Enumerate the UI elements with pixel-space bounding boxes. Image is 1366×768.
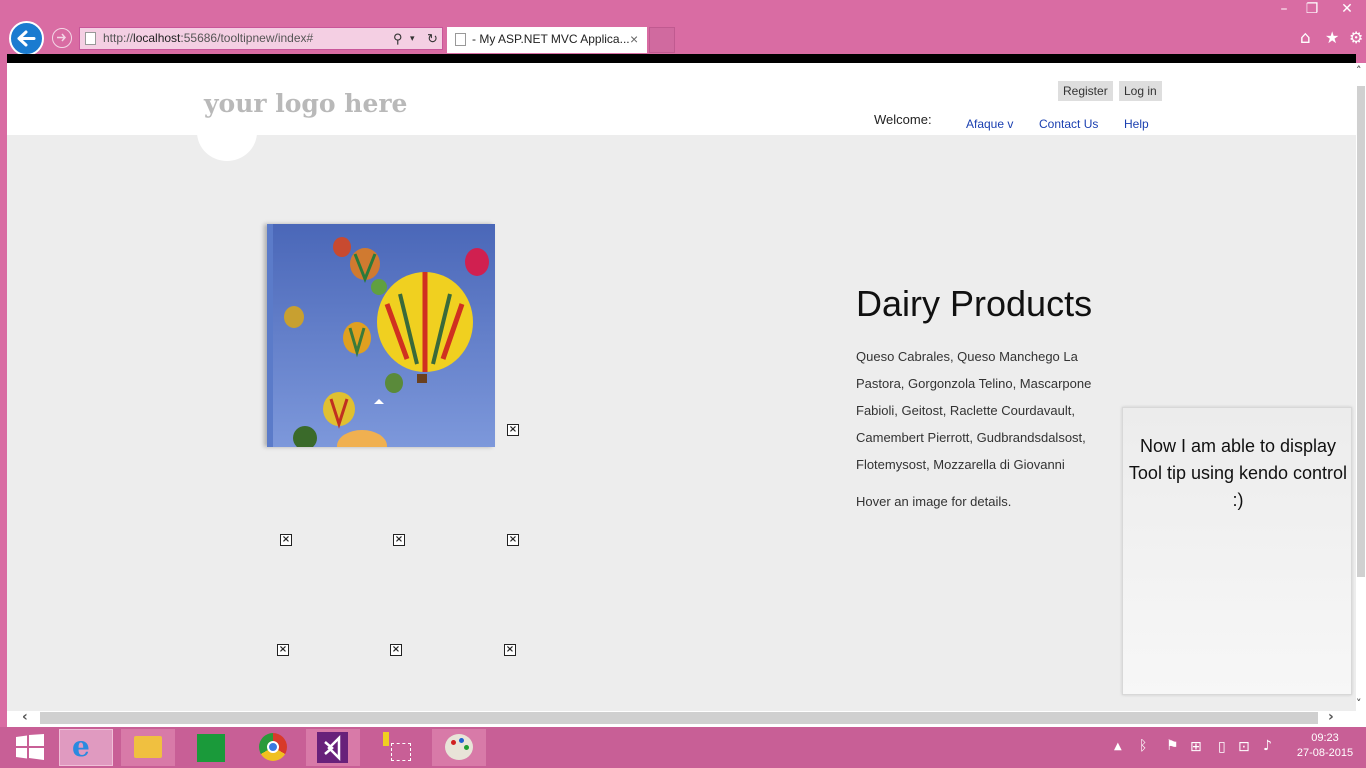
- category-description: Queso Cabrales, Queso Manchego La Pastor…: [856, 349, 1092, 472]
- taskbar-ie-button[interactable]: e: [59, 729, 113, 766]
- site-logo[interactable]: your logo here: [204, 89, 407, 118]
- broken-image-icon[interactable]: ×: [280, 534, 292, 546]
- close-window-icon[interactable]: ✕: [1333, 0, 1361, 20]
- vertical-scroll-thumb[interactable]: [1357, 86, 1365, 577]
- page-viewport: your logo here Register Log in Welcome: …: [7, 63, 1356, 711]
- category-heading: Dairy Products: [856, 283, 1093, 324]
- favorites-star-icon[interactable]: ★: [1325, 28, 1339, 47]
- taskbar-store-button[interactable]: [184, 729, 238, 766]
- clock-date: 27-08-2015: [1296, 747, 1354, 759]
- show-hidden-icons-icon[interactable]: ▲: [1114, 741, 1122, 752]
- internet-explorer-icon: e: [72, 730, 90, 763]
- folder-icon: [134, 736, 162, 758]
- start-windows-icon[interactable]: [16, 734, 44, 764]
- broken-image-icon[interactable]: ×: [277, 644, 289, 656]
- windows-small-icon[interactable]: ⊞: [1190, 739, 1202, 755]
- browser-tab-active[interactable]: - My ASP.NET MVC Applica... ×: [447, 27, 647, 53]
- store-bag-icon: [197, 734, 225, 762]
- search-icon[interactable]: ⚲: [393, 28, 403, 49]
- broken-image-icon[interactable]: ×: [390, 644, 402, 656]
- tab-close-icon[interactable]: ×: [630, 27, 638, 52]
- tooltip-text: Now I am able to display Tool tip using …: [1128, 436, 1348, 510]
- visual-studio-icon: [317, 732, 348, 763]
- address-bar[interactable]: http://localhost:55686/tooltipnew/index#…: [79, 27, 443, 50]
- chrome-icon: [259, 733, 287, 761]
- horizontal-scroll-thumb[interactable]: [40, 712, 1318, 724]
- scroll-left-icon[interactable]: ‹: [22, 709, 28, 725]
- login-link[interactable]: Log in: [1119, 81, 1162, 101]
- taskbar-visual-studio-button[interactable]: [306, 729, 360, 766]
- taskbar-snipping-tool-button[interactable]: [369, 729, 423, 766]
- back-button[interactable]: [9, 21, 44, 56]
- page-icon: [85, 32, 96, 45]
- taskbar-chrome-button[interactable]: [246, 729, 300, 766]
- tab-title: - My ASP.NET MVC Applica...: [472, 32, 630, 46]
- action-center-flag-icon[interactable]: ⚑: [1166, 738, 1179, 754]
- new-tab-button[interactable]: [649, 27, 675, 53]
- snipping-tool-icon: [383, 732, 389, 746]
- hover-hint: Hover an image for details.: [856, 494, 1012, 509]
- broken-image-icon[interactable]: ×: [393, 534, 405, 546]
- hot-air-balloons-picture: [273, 224, 495, 462]
- minimize-icon[interactable]: –: [1270, 0, 1298, 20]
- taskbar-paint-button[interactable]: [432, 729, 486, 766]
- system-clock[interactable]: 09:23 27-08-2015: [1290, 731, 1360, 761]
- battery-icon[interactable]: ▯: [1218, 739, 1226, 755]
- url-host: localhost: [133, 31, 181, 45]
- home-icon[interactable]: ⌂: [1300, 28, 1311, 48]
- back-arrow-icon: [17, 30, 36, 47]
- register-link[interactable]: Register: [1058, 81, 1113, 101]
- dropdown-icon[interactable]: ▾: [410, 28, 415, 49]
- nav-contact-link[interactable]: Contact Us: [1039, 117, 1098, 131]
- clock-time: 09:23: [1311, 732, 1339, 744]
- url-path: :55686/tooltipnew/index#: [180, 31, 314, 45]
- network-icon[interactable]: ⊡: [1238, 739, 1250, 755]
- scroll-down-icon[interactable]: ˅: [1356, 697, 1362, 710]
- taskbar-explorer-button[interactable]: [121, 729, 175, 766]
- tab-page-icon: [455, 33, 466, 46]
- balloon-image[interactable]: [267, 224, 495, 462]
- refresh-icon[interactable]: ↻: [427, 28, 438, 49]
- toolbar-divider: [7, 54, 1356, 63]
- windows-logo-icon: [16, 734, 44, 760]
- bluetooth-icon[interactable]: ᛒ: [1139, 738, 1147, 754]
- scroll-up-icon[interactable]: ˄: [1356, 64, 1362, 77]
- settings-gear-icon[interactable]: ⚙: [1349, 28, 1363, 47]
- nav-user-link[interactable]: Afaque v: [966, 117, 1013, 131]
- kendo-tooltip: Now I am able to display Tool tip using …: [1122, 407, 1352, 695]
- url-prefix: http://: [103, 31, 134, 45]
- nav-help-link[interactable]: Help: [1124, 117, 1149, 131]
- broken-image-icon[interactable]: ×: [504, 644, 516, 656]
- broken-image-icon[interactable]: ×: [507, 424, 519, 436]
- welcome-label: Welcome:: [874, 112, 932, 127]
- url-text[interactable]: http://localhost:55686/tooltipnew/index#: [103, 28, 313, 49]
- broken-image-icon[interactable]: ×: [507, 534, 519, 546]
- forward-arrow-icon: [57, 33, 66, 42]
- restore-icon[interactable]: ❐: [1298, 0, 1326, 20]
- volume-icon[interactable]: ♪: [1263, 738, 1272, 754]
- scroll-right-icon[interactable]: ›: [1328, 709, 1334, 725]
- forward-button[interactable]: [52, 28, 72, 48]
- paint-palette-icon: [445, 734, 473, 760]
